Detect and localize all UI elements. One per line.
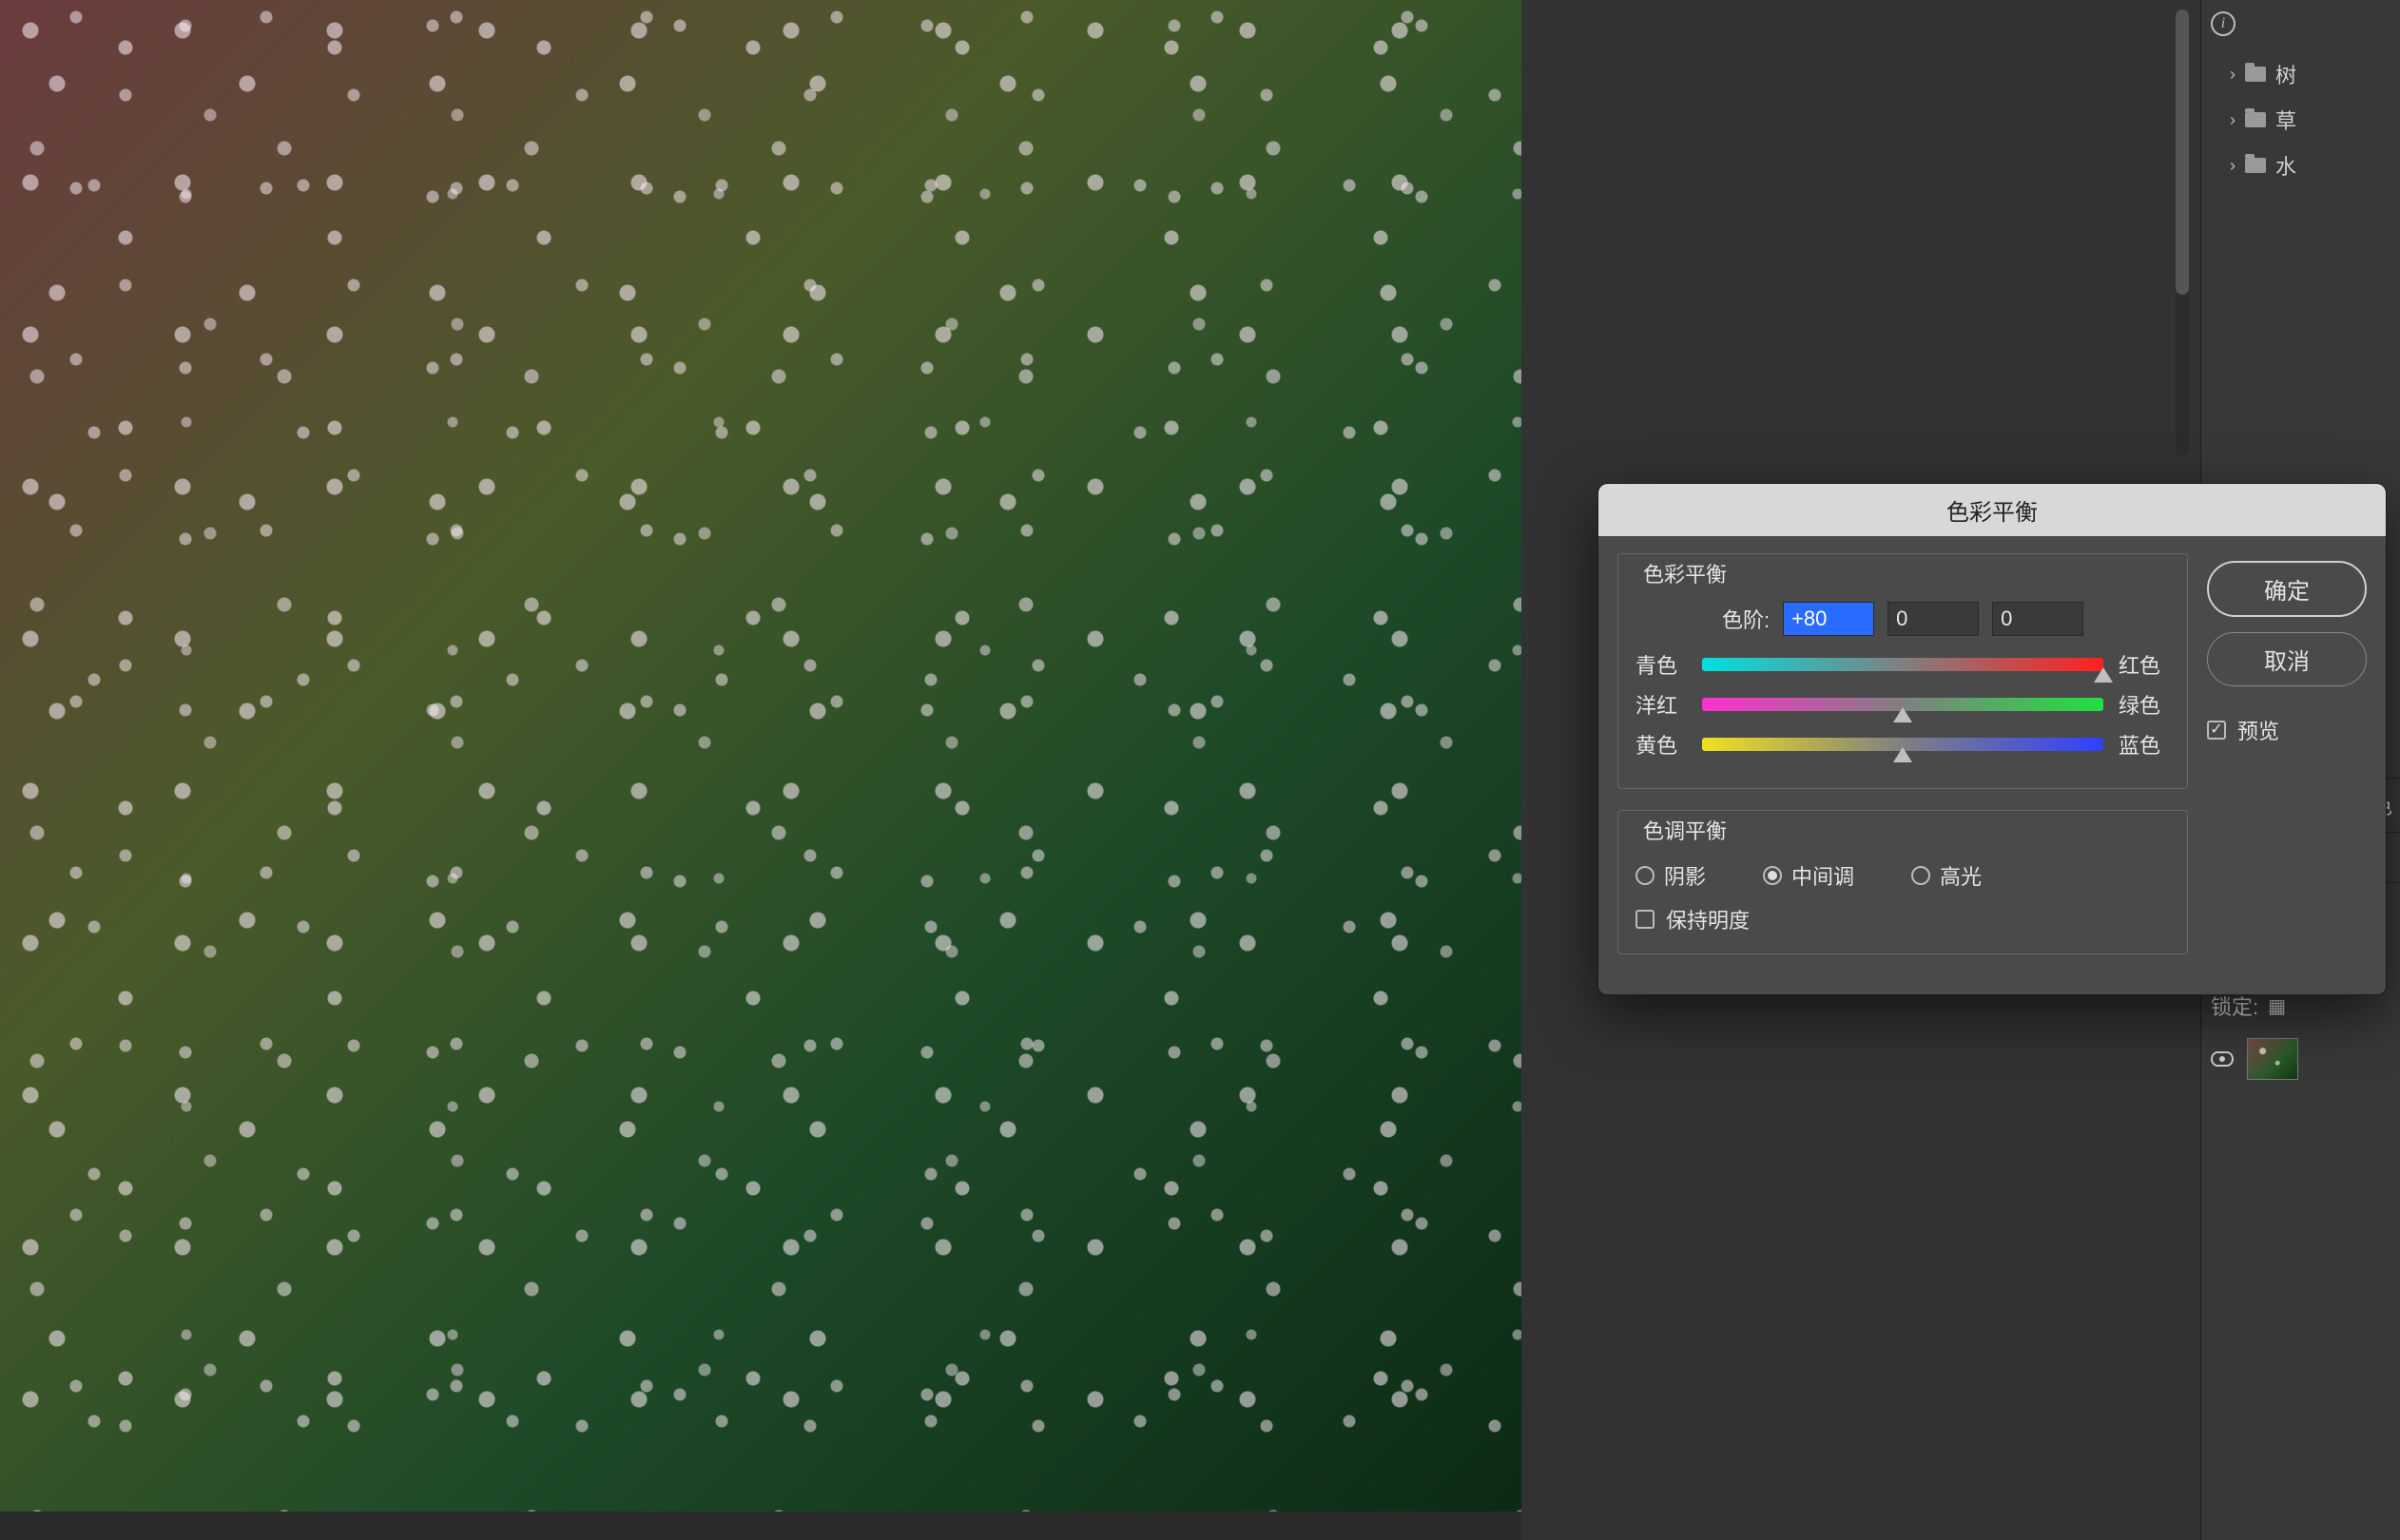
folder-icon — [2245, 112, 2266, 127]
slider-handle-2[interactable] — [1893, 747, 1912, 762]
chevron-right-icon: › — [2230, 156, 2235, 176]
slider-yellow-blue[interactable] — [1702, 738, 2103, 751]
radio-shadows[interactable]: 阴影 — [1635, 860, 1706, 891]
tree-item-2[interactable]: › 水 — [2201, 143, 2400, 188]
ok-button[interactable]: 确定 — [2207, 561, 2367, 617]
layer-row-0[interactable] — [2201, 1029, 2400, 1089]
fieldset-title: 色调平衡 — [1635, 815, 1734, 845]
level-input-0[interactable] — [1783, 602, 1874, 636]
slider-right-label-1: 绿色 — [2119, 689, 2170, 720]
radio-icon — [1911, 866, 1930, 885]
eye-icon[interactable] — [2211, 1051, 2234, 1067]
scrollbar-thumb[interactable] — [2176, 10, 2189, 295]
tree-item-label: 水 — [2275, 150, 2296, 181]
color-balance-dialog: 色彩平衡 色彩平衡 色阶: 青色 红色 洋红 绿色 — [1597, 483, 2387, 995]
info-icon[interactable]: i — [2211, 11, 2235, 36]
tree-item-0[interactable]: › 树 — [2201, 51, 2400, 97]
canvas-area[interactable] — [0, 0, 1521, 1540]
slider-right-label-2: 蓝色 — [2119, 729, 2170, 760]
tree-item-1[interactable]: › 草 — [2201, 97, 2400, 143]
tree-item-label: 树 — [2275, 59, 2296, 89]
canvas-image — [0, 0, 1521, 1511]
folder-icon — [2245, 158, 2266, 173]
preserve-luminosity-checkbox[interactable]: 保持明度 — [1635, 904, 2170, 934]
slider-cyan-red[interactable] — [1702, 658, 2103, 671]
canvas-scrollbar[interactable] — [2176, 10, 2189, 456]
radio-icon — [1635, 866, 1655, 885]
folder-icon — [2245, 67, 2266, 82]
slider-left-label-0: 青色 — [1635, 649, 1687, 680]
cancel-button[interactable]: 取消 — [2207, 632, 2367, 686]
slider-handle-0[interactable] — [2094, 667, 2113, 683]
slider-right-label-0: 红色 — [2119, 649, 2170, 680]
level-label: 色阶: — [1722, 604, 1770, 634]
checkbox-icon — [1635, 910, 1655, 929]
slider-magenta-green[interactable] — [1702, 698, 2103, 711]
fieldset-color-balance: 色彩平衡 色阶: 青色 红色 洋红 绿色 黄 — [1617, 553, 2188, 789]
lock-pixels-icon[interactable]: ▦ — [2268, 996, 2286, 1017]
slider-left-label-1: 洋红 — [1635, 689, 1687, 720]
slider-handle-1[interactable] — [1893, 707, 1912, 722]
radio-highlights[interactable]: 高光 — [1911, 860, 1982, 891]
radio-midtones[interactable]: 中间调 — [1763, 860, 1854, 891]
radio-icon — [1763, 866, 1782, 885]
checkbox-icon — [2207, 721, 2226, 740]
level-input-1[interactable] — [1887, 602, 1979, 636]
layer-thumbnail[interactable] — [2247, 1038, 2298, 1080]
chevron-right-icon: › — [2230, 110, 2235, 130]
fieldset-tone-balance: 色调平衡 阴影 中间调 高光 — [1617, 810, 2188, 954]
chevron-right-icon: › — [2230, 65, 2235, 85]
slider-left-label-2: 黄色 — [1635, 729, 1687, 760]
fieldset-title: 色彩平衡 — [1635, 558, 1734, 588]
level-input-2[interactable] — [1992, 602, 2083, 636]
tree-item-label: 草 — [2275, 105, 2296, 135]
dialog-title[interactable]: 色彩平衡 — [1598, 484, 2386, 536]
library-tree: › 树 › 草 › 水 — [2201, 48, 2400, 188]
preview-checkbox[interactable]: 预览 — [2207, 715, 2367, 745]
